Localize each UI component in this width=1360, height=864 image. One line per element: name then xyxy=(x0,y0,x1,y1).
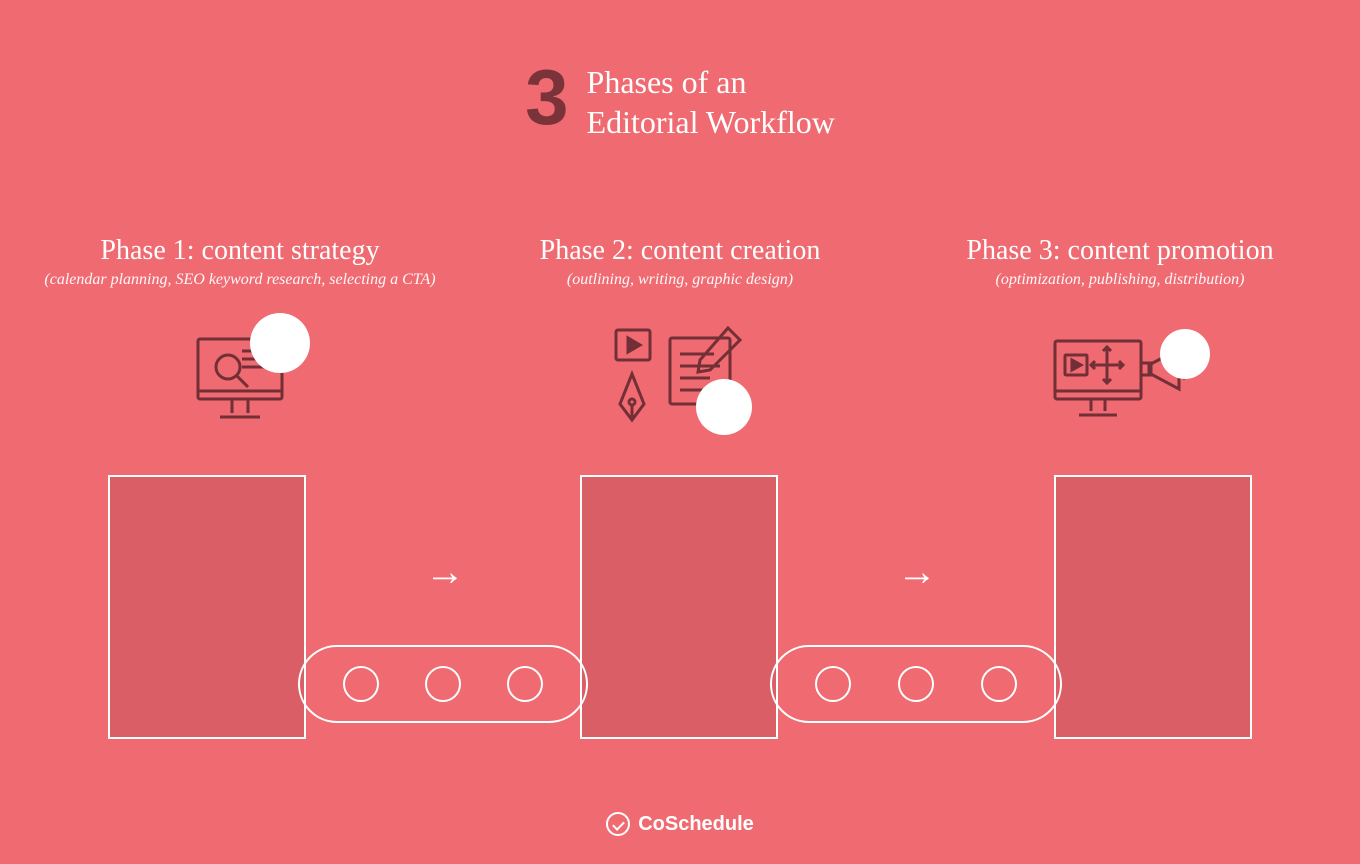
connector-1 xyxy=(298,645,588,723)
conveyor: → → xyxy=(0,475,1360,775)
phase-1: Phase 1: content strategy (calendar plan… xyxy=(40,235,440,439)
header-number: 3 xyxy=(525,62,568,142)
accent-circle xyxy=(250,313,310,373)
phase-2-box xyxy=(580,475,778,739)
phase-2-icon-zone xyxy=(480,319,880,439)
header-title: Phases of an Editorial Workflow xyxy=(587,62,835,142)
footer: CoSchedule xyxy=(0,812,1360,836)
footer-brand: CoSchedule xyxy=(638,813,754,836)
phase-3-box xyxy=(1054,475,1252,739)
phase-1-box xyxy=(108,475,306,739)
phase-2: Phase 2: content creation (outlining, wr… xyxy=(480,235,880,439)
phase-2-title: Phase 2: content creation xyxy=(480,235,880,267)
coschedule-logo-icon xyxy=(606,812,630,836)
phase-3-icon-zone xyxy=(920,319,1320,439)
header-title-line2: Editorial Workflow xyxy=(587,102,835,142)
phase-2-subtitle: (outlining, writing, graphic design) xyxy=(480,271,880,289)
connector-dot xyxy=(898,666,934,702)
arrow-right-icon: → xyxy=(425,550,465,595)
connector-dot xyxy=(343,666,379,702)
phases-row: Phase 1: content strategy (calendar plan… xyxy=(0,235,1360,439)
connector-dot xyxy=(815,666,851,702)
arrow-right-icon: → xyxy=(897,550,937,595)
connector-dot xyxy=(981,666,1017,702)
accent-circle xyxy=(696,379,752,435)
phase-1-subtitle: (calendar planning, SEO keyword research… xyxy=(40,271,440,289)
phase-3: Phase 3: content promotion (optimization… xyxy=(920,235,1320,439)
connector-dot xyxy=(507,666,543,702)
phase-3-subtitle: (optimization, publishing, distribution) xyxy=(920,271,1320,289)
connector-2 xyxy=(770,645,1062,723)
header-title-line1: Phases of an xyxy=(587,62,835,102)
connector-dot xyxy=(425,666,461,702)
phase-1-title: Phase 1: content strategy xyxy=(40,235,440,267)
phase-1-icon-zone xyxy=(40,319,440,439)
accent-circle xyxy=(1160,329,1210,379)
header: 3 Phases of an Editorial Workflow xyxy=(0,62,1360,142)
phase-3-title: Phase 3: content promotion xyxy=(920,235,1320,267)
